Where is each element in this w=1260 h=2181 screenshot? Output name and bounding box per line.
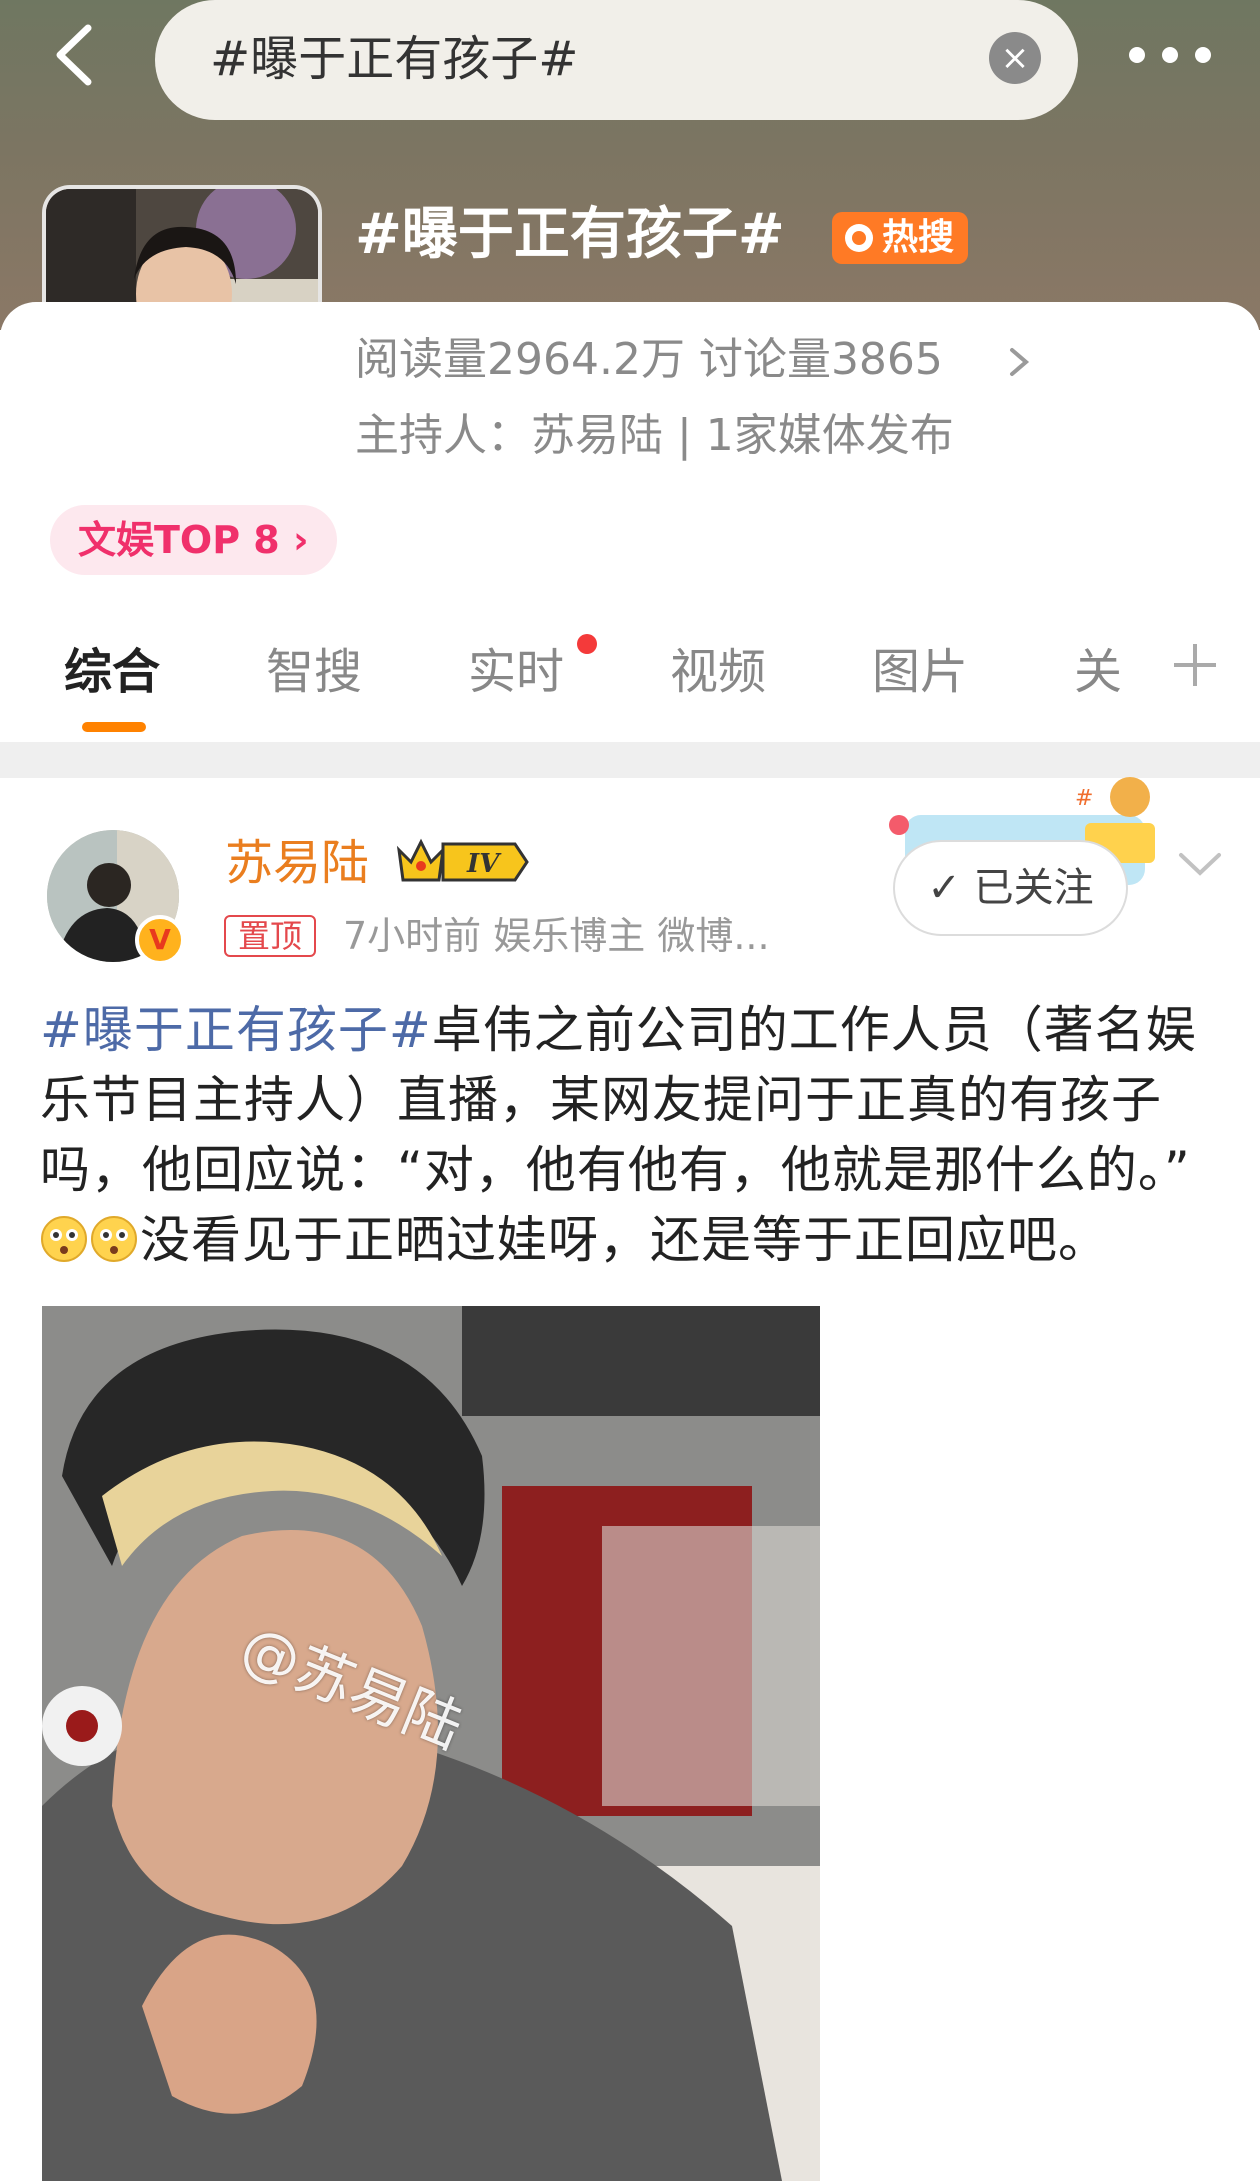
topic-host[interactable]: 主持人：苏易陆 | 1家媒体发布 xyxy=(355,406,954,466)
section-divider xyxy=(0,742,1260,778)
svg-text:#: # xyxy=(1075,786,1093,811)
rank-pill[interactable]: 文娱TOP 8 › xyxy=(50,505,337,575)
flushed-face-emoji-icon xyxy=(91,1216,137,1262)
hot-search-icon xyxy=(845,224,873,252)
tab-smart-search[interactable]: 智搜 xyxy=(266,642,362,702)
back-arrow-icon[interactable] xyxy=(40,20,110,90)
post-meta: 7小时前 娱乐博主 微博... xyxy=(343,914,770,958)
flushed-face-emoji-icon xyxy=(41,1216,87,1262)
level-label: IV xyxy=(466,849,502,879)
tab-images[interactable]: 图片 xyxy=(872,642,968,702)
chevron-right-icon: › xyxy=(292,518,309,562)
pinned-tag: 置顶 xyxy=(224,915,317,957)
topic-title: #曝于正有孩子# xyxy=(355,202,785,267)
rank-label: 文娱TOP 8 xyxy=(78,518,280,562)
check-icon: ✓ xyxy=(927,865,961,911)
chevron-right-icon[interactable] xyxy=(998,342,1038,382)
more-options-icon[interactable] xyxy=(1125,40,1215,70)
author-name[interactable]: 苏易陆 xyxy=(225,833,369,893)
tab-comprehensive[interactable]: 综合 xyxy=(64,642,160,702)
hot-search-label: 热搜 xyxy=(882,217,955,258)
tab-video[interactable]: 视频 xyxy=(670,642,766,702)
search-input[interactable]: #曝于正有孩子# xyxy=(210,30,578,88)
tab-bar: 综合 智搜 实时 视频 图片 关 xyxy=(0,630,1260,740)
follow-button[interactable]: ✓ 已关注 xyxy=(893,840,1128,936)
follow-label: 已关注 xyxy=(973,865,1094,911)
post-hashtag-link[interactable]: #曝于正有孩子# xyxy=(40,1001,432,1059)
verified-badge: V xyxy=(135,915,185,965)
tab-realtime[interactable]: 实时 xyxy=(468,642,564,702)
crown-level-icon: IV xyxy=(396,838,529,882)
search-bar[interactable]: #曝于正有孩子# × xyxy=(155,0,1078,120)
clear-search-icon[interactable]: × xyxy=(989,32,1041,84)
new-content-dot xyxy=(577,634,597,654)
tab-related[interactable]: 关 xyxy=(1074,642,1122,702)
post-text: #曝于正有孩子#卓伟之前公司的工作人员（著名娱乐节目主持人）直播，某网友提问于正… xyxy=(40,995,1230,1275)
hot-search-badge: 热搜 xyxy=(832,212,969,264)
chevron-down-icon[interactable] xyxy=(1175,845,1225,885)
active-tab-indicator xyxy=(82,722,146,732)
topic-stats[interactable]: 阅读量2964.2万 讨论量3865 xyxy=(355,330,943,390)
post-text-tail: 没看见于正晒过娃呀，还是等于正回应吧。 xyxy=(140,1211,1109,1269)
add-tab-icon[interactable] xyxy=(1170,640,1220,690)
